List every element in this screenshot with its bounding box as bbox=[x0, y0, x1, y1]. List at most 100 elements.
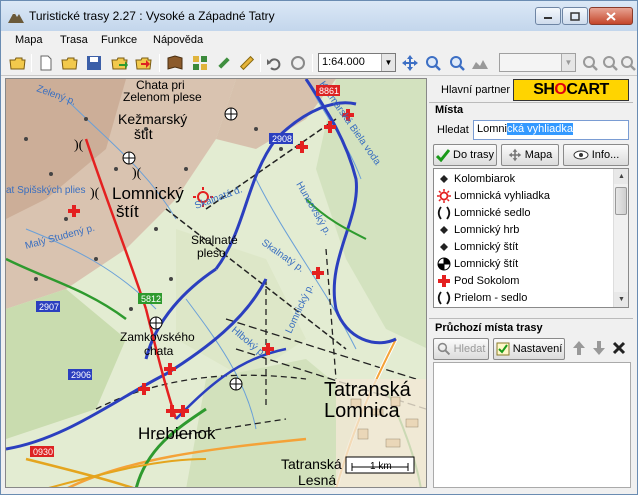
eye-icon bbox=[573, 150, 589, 160]
find-next-icon[interactable] bbox=[601, 54, 619, 72]
svg-text:)(: )( bbox=[90, 186, 100, 201]
settings-button[interactable]: Nastavení bbox=[493, 338, 565, 360]
profile-icon[interactable] bbox=[471, 54, 489, 72]
place-item-label: Lomnická vyhliadka bbox=[454, 189, 550, 202]
place-list-item[interactable]: Lomnická vyhliadka bbox=[434, 187, 614, 204]
save-icon[interactable] bbox=[85, 54, 103, 72]
place-list-item[interactable]: Lomnický štít bbox=[434, 238, 614, 255]
logo-part-cart: CART bbox=[566, 81, 609, 98]
places-scrollbar[interactable]: ▲ ▼ bbox=[613, 169, 628, 307]
svg-text:)(: )( bbox=[74, 138, 84, 153]
partner-bar: Hlavní partner SHOCART bbox=[429, 78, 633, 102]
checklist-icon bbox=[496, 342, 510, 356]
title-bar[interactable]: Turistické trasy 2.27 : Vysoké a Západné… bbox=[1, 1, 637, 31]
chevron-down-icon[interactable]: ▼ bbox=[381, 54, 395, 71]
menu-napoveda[interactable]: Nápověda bbox=[153, 34, 203, 46]
route-search-button[interactable]: Hledat bbox=[433, 338, 489, 360]
move-down-button[interactable] bbox=[591, 338, 607, 358]
checkmark-icon bbox=[436, 148, 451, 162]
show-on-map-button[interactable]: Mapa bbox=[501, 144, 559, 166]
saddle-icon bbox=[436, 290, 452, 306]
saddle-icon bbox=[436, 205, 452, 221]
chevron-down-icon[interactable]: ▼ bbox=[561, 54, 575, 71]
import-icon[interactable] bbox=[135, 54, 153, 72]
place-list-item[interactable]: Lomnické sedlo bbox=[434, 204, 614, 221]
label-stit-2: štít bbox=[116, 202, 139, 221]
minimize-icon bbox=[544, 17, 552, 19]
zoom-out-icon[interactable] bbox=[448, 54, 466, 72]
window-title: Turistické trasy 2.27 : Vysoké a Západné… bbox=[29, 9, 275, 23]
label-zelenom-plese: Zelenom plese bbox=[123, 90, 202, 104]
menu-mapa[interactable]: Mapa bbox=[15, 34, 43, 46]
ruler-icon[interactable] bbox=[238, 54, 256, 72]
find-prev-icon[interactable] bbox=[619, 54, 637, 72]
label-lomnica: Lomnica bbox=[324, 400, 400, 422]
label-skalnate-a: Skalnaté bbox=[191, 233, 238, 247]
place-list-item[interactable]: Kolombiarok bbox=[434, 170, 614, 187]
open-folder-icon[interactable] bbox=[9, 54, 27, 72]
map-canvas[interactable]: )( )( )( Chata pri Zelenom plese Kežmars… bbox=[6, 79, 427, 488]
menu-trasa[interactable]: Trasa bbox=[60, 34, 88, 46]
delete-button[interactable] bbox=[611, 338, 627, 358]
shocart-logo[interactable]: SHOCART bbox=[513, 79, 629, 101]
places-list[interactable]: Prielom - sedlo Pod Sokolom Lomnický štít L… bbox=[433, 168, 629, 308]
toolbar-separator bbox=[260, 54, 261, 72]
move-up-button[interactable] bbox=[571, 338, 587, 358]
place-item-label: Lomnické sedlo bbox=[454, 206, 531, 219]
trail-0930: 0930 bbox=[33, 447, 53, 457]
route-points-list[interactable] bbox=[433, 362, 631, 488]
place-list-item[interactable]: Lomnický štít bbox=[434, 255, 614, 272]
measure-icon[interactable] bbox=[215, 54, 233, 72]
add-to-route-label: Do trasy bbox=[453, 149, 494, 161]
new-document-icon[interactable] bbox=[37, 54, 55, 72]
minimize-button[interactable] bbox=[535, 7, 561, 25]
undo-icon[interactable] bbox=[265, 54, 283, 72]
move-map-icon[interactable] bbox=[401, 54, 419, 72]
secondary-select[interactable]: ▼ bbox=[499, 53, 576, 72]
move-arrows-icon bbox=[508, 148, 521, 162]
divider bbox=[429, 318, 633, 319]
export-icon[interactable] bbox=[111, 54, 129, 72]
map-view[interactable]: )( )( )( Chata pri Zelenom plese Kežmars… bbox=[5, 78, 427, 488]
place-list-item[interactable]: Lomnický hrb bbox=[434, 221, 614, 238]
trail-8861: 8861 bbox=[319, 86, 339, 96]
label-lesna: Lesná bbox=[298, 472, 336, 488]
add-to-route-button[interactable]: Do trasy bbox=[433, 144, 497, 166]
dot-icon bbox=[436, 171, 452, 187]
stop-icon[interactable] bbox=[289, 54, 307, 72]
place-list-item[interactable]: Prielom - sedlo bbox=[434, 289, 614, 306]
close-button[interactable] bbox=[589, 7, 633, 25]
logo-part-o: O bbox=[554, 81, 567, 98]
route-points-title: Průchozí místa trasy bbox=[435, 322, 543, 334]
place-search-input[interactable]: Lomnická vyhliadka bbox=[473, 120, 629, 140]
place-item-label: Lomnický štít bbox=[454, 240, 519, 253]
maximize-button[interactable] bbox=[562, 7, 588, 25]
label-tatranska-2: Tatranská bbox=[281, 456, 342, 472]
place-item-label: Lomnický štít bbox=[454, 257, 519, 270]
dot-icon bbox=[436, 239, 452, 255]
trail-2907: 2907 bbox=[39, 302, 59, 312]
label-lomnicky: Lomnický bbox=[112, 184, 184, 203]
place-list-item[interactable]: Pod Sokolom bbox=[434, 272, 614, 289]
locate-icon[interactable] bbox=[581, 54, 599, 72]
maximize-icon bbox=[570, 11, 580, 21]
scale-select[interactable]: 1:64.000 ▼ bbox=[318, 53, 396, 72]
peak-icon bbox=[436, 256, 452, 272]
grid-icon[interactable] bbox=[191, 54, 209, 72]
menu-funkce[interactable]: Funkce bbox=[101, 34, 137, 46]
place-item-label: Kolombiarok bbox=[454, 172, 516, 185]
scroll-thumb[interactable] bbox=[615, 187, 627, 215]
scroll-up-icon[interactable]: ▲ bbox=[614, 169, 628, 184]
route-search-label: Hledat bbox=[453, 343, 486, 355]
info-button[interactable]: Info... bbox=[563, 144, 629, 166]
zoom-in-icon[interactable] bbox=[424, 54, 442, 72]
show-on-map-label: Mapa bbox=[524, 149, 553, 161]
label-hrebienok: Hrebienok bbox=[138, 424, 216, 443]
book-icon[interactable] bbox=[166, 54, 184, 72]
scroll-down-icon[interactable]: ▼ bbox=[614, 292, 628, 307]
svg-text:)(: )( bbox=[132, 166, 142, 181]
places-title: Místa bbox=[435, 104, 464, 116]
open-route-icon[interactable] bbox=[61, 54, 79, 72]
scale-value: 1:64.000 bbox=[322, 56, 365, 68]
route-points-toolbar: Hledat Nastavení bbox=[433, 337, 631, 361]
